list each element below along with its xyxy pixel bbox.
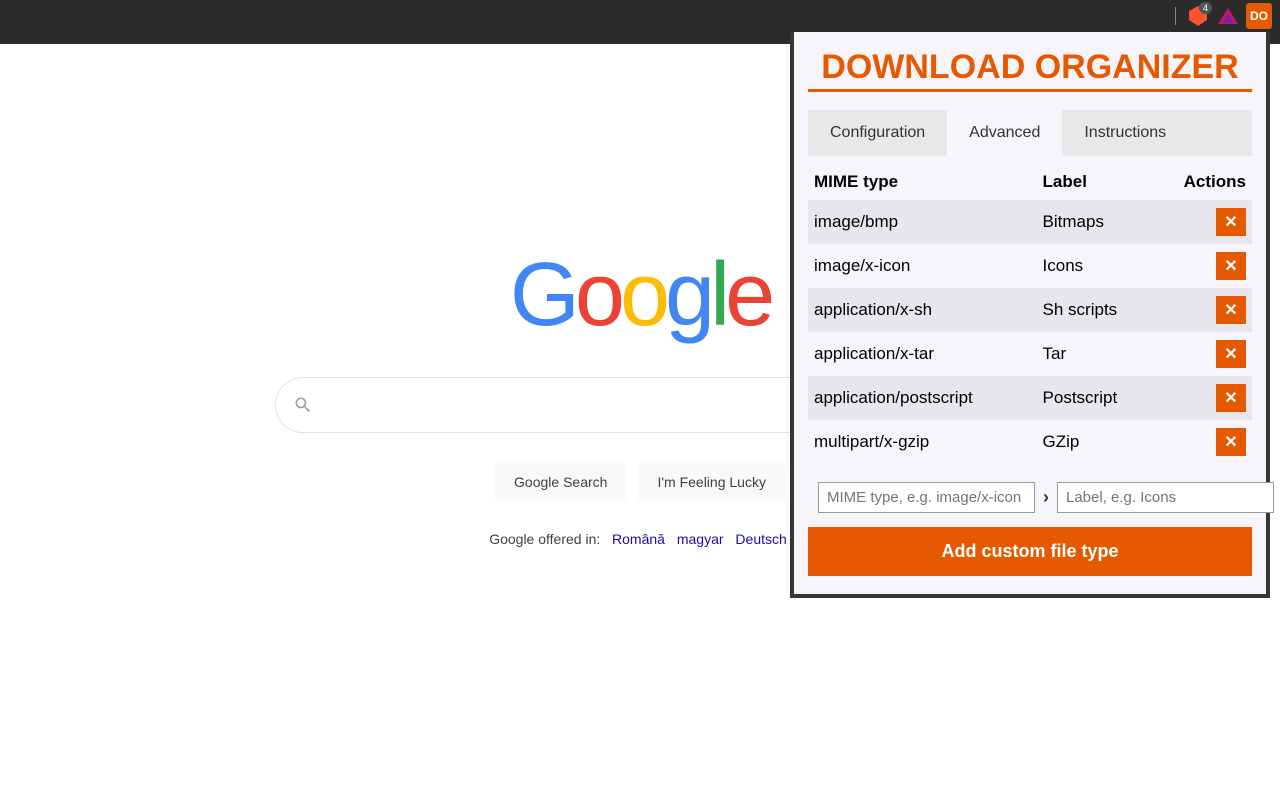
label-cell: Postscript (1037, 376, 1153, 420)
table-row: image/x-icon Icons ✕ (808, 244, 1252, 288)
mime-table: MIME type Label Actions image/bmp Bitmap… (808, 164, 1252, 464)
delete-button[interactable]: ✕ (1216, 428, 1246, 456)
delete-button[interactable]: ✕ (1216, 208, 1246, 236)
google-logo: Google (510, 244, 770, 347)
search-icon (293, 395, 313, 415)
tab-advanced[interactable]: Advanced (947, 110, 1062, 156)
table-row: multipart/x-gzip GZip ✕ (808, 420, 1252, 464)
header-actions: Actions (1152, 164, 1252, 200)
download-organizer-ext-icon[interactable]: DO (1246, 3, 1272, 29)
mime-cell: image/bmp (808, 200, 1037, 244)
download-organizer-popup: DOWNLOAD ORGANIZER Configuration Advance… (790, 32, 1270, 598)
delete-button[interactable]: ✕ (1216, 296, 1246, 324)
label-cell: GZip (1037, 420, 1153, 464)
ext-tabs: Configuration Advanced Instructions (808, 110, 1252, 156)
add-custom-type-button[interactable]: Add custom file type (808, 527, 1252, 576)
offered-languages: Google offered in: Română magyar Deutsch (489, 531, 791, 547)
label-cell: Icons (1037, 244, 1153, 288)
mime-cell: image/x-icon (808, 244, 1037, 288)
header-mime: MIME type (808, 164, 1037, 200)
lang-link-romana[interactable]: Română (612, 531, 665, 547)
label-cell: Bitmaps (1037, 200, 1153, 244)
table-row: image/bmp Bitmaps ✕ (808, 200, 1252, 244)
table-row: application/postscript Postscript ✕ (808, 376, 1252, 420)
table-row: application/x-sh Sh scripts ✕ (808, 288, 1252, 332)
offered-prefix: Google offered in: (489, 531, 600, 547)
brave-badge-count: 4 (1199, 2, 1212, 14)
feeling-lucky-button[interactable]: I'm Feeling Lucky (638, 463, 785, 501)
mime-cell: application/x-sh (808, 288, 1037, 332)
mime-cell: application/x-tar (808, 332, 1037, 376)
label-cell: Sh scripts (1037, 288, 1153, 332)
brave-shield-icon[interactable]: 4 (1186, 4, 1210, 28)
mime-cell: multipart/x-gzip (808, 420, 1037, 464)
brave-rewards-icon[interactable] (1216, 4, 1240, 28)
tab-instructions[interactable]: Instructions (1062, 110, 1188, 156)
header-label: Label (1037, 164, 1153, 200)
browser-chrome-bar: 4 DO (0, 0, 1280, 32)
lang-link-magyar[interactable]: magyar (677, 531, 724, 547)
search-buttons: Google Search I'm Feeling Lucky (495, 463, 785, 501)
bar-divider (1175, 7, 1176, 25)
label-cell: Tar (1037, 332, 1153, 376)
table-row: application/x-tar Tar ✕ (808, 332, 1252, 376)
mime-cell: application/postscript (808, 376, 1037, 420)
delete-button[interactable]: ✕ (1216, 384, 1246, 412)
arrow-icon: › (1043, 487, 1049, 508)
ext-title: DOWNLOAD ORGANIZER (808, 48, 1252, 92)
lang-link-deutsch[interactable]: Deutsch (735, 531, 786, 547)
mime-input[interactable] (818, 482, 1035, 513)
delete-button[interactable]: ✕ (1216, 340, 1246, 368)
add-row: › (808, 482, 1252, 513)
google-search-button[interactable]: Google Search (495, 463, 626, 501)
label-input[interactable] (1057, 482, 1274, 513)
tab-configuration[interactable]: Configuration (808, 110, 947, 156)
delete-button[interactable]: ✕ (1216, 252, 1246, 280)
